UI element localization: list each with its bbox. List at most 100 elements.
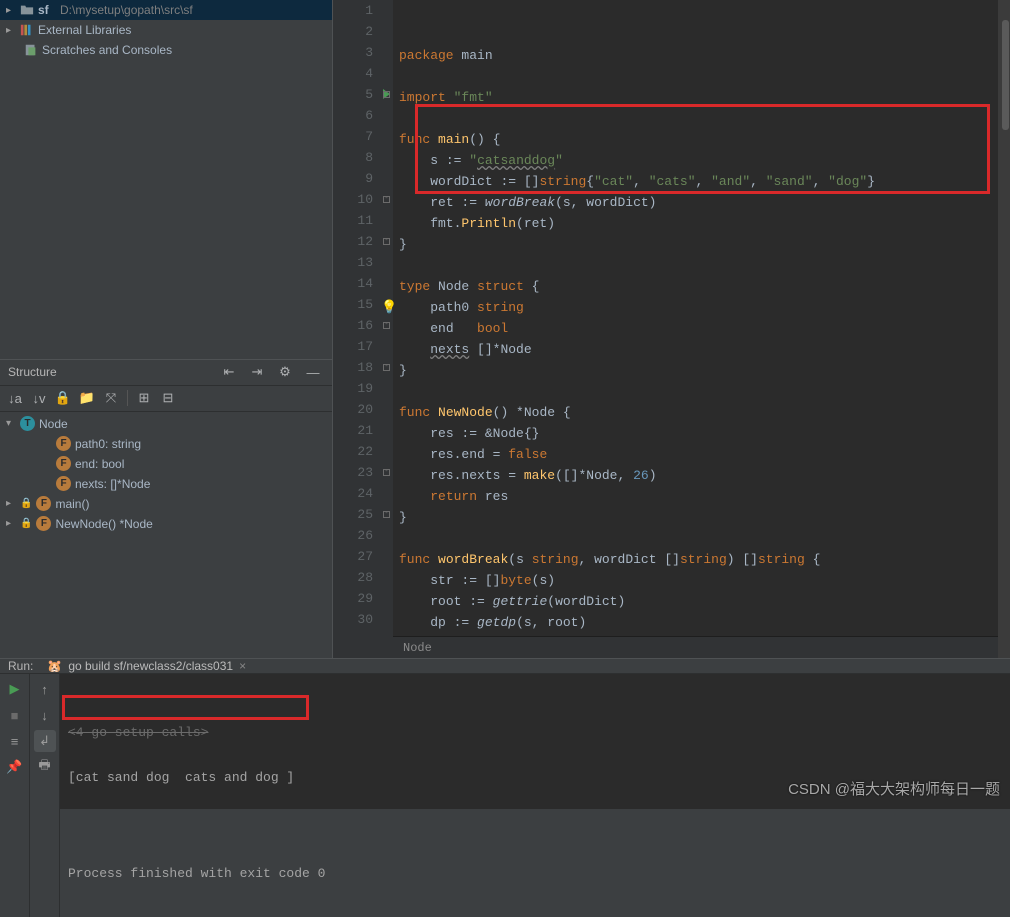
code-line[interactable]: res.end = false — [399, 444, 1010, 465]
code-line[interactable]: func main() { — [399, 129, 1010, 150]
code-line[interactable]: func wordBreak(s string, wordDict []stri… — [399, 549, 1010, 570]
kind-badge-icon: F — [36, 516, 51, 531]
code-line[interactable]: end bool — [399, 318, 1010, 339]
code-line[interactable]: res := &Node{} — [399, 423, 1010, 444]
up-icon[interactable]: ↑ — [34, 678, 56, 700]
project-tree[interactable]: ▸ sf D:\mysetup\gopath\src\sf ▸ External… — [0, 0, 332, 60]
code-line[interactable] — [399, 66, 1010, 87]
code-line[interactable]: } — [399, 360, 1010, 381]
lock-icon: 🔒 — [20, 518, 32, 529]
chevron-icon: ▸ — [6, 498, 16, 509]
down-icon[interactable]: ↓ — [34, 704, 56, 726]
kind-badge-icon: F — [56, 476, 71, 491]
structure-item-label: path0: string — [75, 437, 141, 451]
code-line[interactable]: package main — [399, 45, 1010, 66]
console-line-result: [cat sand dog cats and dog ] — [68, 770, 1002, 785]
editor-gutter: 12345-678910-1112-131415💡16-1718-1920212… — [333, 0, 393, 658]
scroll-thumb[interactable] — [1002, 20, 1009, 130]
kind-badge-icon: T — [20, 416, 35, 431]
chevron-icon: ▾ — [6, 418, 16, 429]
code-line[interactable]: type Node struct { — [399, 276, 1010, 297]
code-line[interactable]: str := []byte(s) — [399, 570, 1010, 591]
project-root-path: D:\mysetup\gopath\src\sf — [60, 3, 193, 17]
code-line[interactable]: s := "catsanddog" — [399, 150, 1010, 171]
structure-item-label: Node — [39, 417, 68, 431]
code-line[interactable]: root := gettrie(wordDict) — [399, 591, 1010, 612]
code-line[interactable]: fmt.Println(ret) — [399, 213, 1010, 234]
structure-item-label: end: bool — [75, 457, 124, 471]
scratches-label: Scratches and Consoles — [42, 43, 172, 57]
structure-tree[interactable]: ▾TNodeFpath0: stringFend: boolFnexts: []… — [0, 412, 332, 659]
code-line[interactable]: nexts []*Node — [399, 339, 1010, 360]
code-line[interactable]: func NewNode() *Node { — [399, 402, 1010, 423]
structure-item-label: main() — [55, 497, 89, 511]
code-line[interactable]: } — [399, 234, 1010, 255]
console-output[interactable]: <4 go setup calls> [cat sand dog cats an… — [60, 674, 1010, 917]
settings-icon[interactable]: ⚙ — [274, 361, 296, 383]
code-line[interactable]: path0 string — [399, 297, 1010, 318]
project-root-row[interactable]: ▸ sf D:\mysetup\gopath\src\sf — [0, 0, 332, 20]
chevron-right-icon: ▸ — [6, 25, 16, 36]
print-icon[interactable]: 🖶 — [34, 756, 56, 778]
structure-header: Structure ⇤ ⇥ ⚙ — — [0, 360, 332, 386]
code-line[interactable] — [399, 528, 1010, 549]
structure-item[interactable]: ▸🔒FNewNode() *Node — [0, 514, 332, 534]
code-line[interactable]: wordDict := []string{"cat", "cats", "and… — [399, 171, 1010, 192]
structure-item[interactable]: Fend: bool — [0, 454, 332, 474]
code-line[interactable] — [399, 108, 1010, 129]
filter-locked-icon[interactable]: 🔒 — [52, 387, 74, 409]
run-console: Run: 🐹 go build sf/newclass2/class031 × … — [0, 658, 1010, 809]
structure-panel: Structure ⇤ ⇥ ⚙ — ↓a ↓v 🔒 📁 ⤧ ⊞ ⊟ ▾ T Node… — [0, 359, 332, 659]
expand-all-icon[interactable]: ⇥ — [246, 361, 268, 383]
libraries-icon — [20, 23, 34, 37]
scratches-row[interactable]: Scratches and Consoles — [0, 40, 332, 60]
run-config-tab[interactable]: 🐹 go build sf/newclass2/class031 × — [41, 659, 252, 673]
expand-icon[interactable]: ⊞ — [133, 387, 155, 409]
structure-title: Structure — [8, 365, 212, 379]
close-tab-icon[interactable]: × — [239, 659, 246, 673]
structure-item[interactable]: Fnexts: []*Node — [0, 474, 332, 494]
folder-icon — [20, 3, 34, 17]
go-icon: 🐹 — [47, 659, 62, 673]
code-line[interactable]: return res — [399, 486, 1010, 507]
run-toolbar-left2: ↑ ↓ ↲ 🖶 — [30, 674, 60, 917]
show-folders-icon[interactable]: 📁 — [76, 387, 98, 409]
structure-toolbar: ↓a ↓v 🔒 📁 ⤧ ⊞ ⊟ — [0, 386, 332, 412]
structure-item[interactable]: ▾ T Node — [0, 414, 332, 434]
kind-badge-icon: F — [56, 456, 71, 471]
editor-scrollbar[interactable] — [998, 0, 1010, 658]
collapse-icon[interactable]: ⊟ — [157, 387, 179, 409]
code-line[interactable]: import "fmt" — [399, 87, 1010, 108]
collapse-all-icon[interactable]: ⇤ — [218, 361, 240, 383]
run-toolbar-left: ▶ ■ ≡ 📌 — [0, 674, 30, 917]
editor-breadcrumb[interactable]: Node — [393, 636, 1010, 658]
rerun-icon[interactable]: ▶ — [4, 678, 26, 700]
layout-icon[interactable]: ≡ — [4, 730, 26, 752]
autoscroll-icon[interactable]: ⤧ — [100, 387, 122, 409]
structure-item[interactable]: Fpath0: string — [0, 434, 332, 454]
run-header: Run: 🐹 go build sf/newclass2/class031 × — [0, 659, 1010, 674]
minimize-icon[interactable]: — — [302, 361, 324, 383]
pin-icon[interactable]: 📌 — [4, 756, 26, 778]
soft-wrap-icon[interactable]: ↲ — [34, 730, 56, 752]
kind-badge-icon: F — [36, 496, 51, 511]
left-sidebar: ▸ sf D:\mysetup\gopath\src\sf ▸ External… — [0, 0, 333, 658]
external-libraries-row[interactable]: ▸ External Libraries — [0, 20, 332, 40]
highlight-annotation — [62, 695, 309, 720]
sort-alpha-icon[interactable]: ↓a — [4, 387, 26, 409]
code-line[interactable]: dp := getdp(s, root) — [399, 612, 1010, 633]
external-libraries-label: External Libraries — [38, 23, 131, 37]
code-editor[interactable]: 12345-678910-1112-131415💡16-1718-1920212… — [333, 0, 1010, 658]
code-line[interactable] — [399, 381, 1010, 402]
structure-item[interactable]: ▸🔒Fmain() — [0, 494, 332, 514]
stop-icon[interactable]: ■ — [4, 704, 26, 726]
run-config-name: go build sf/newclass2/class031 — [68, 659, 233, 673]
structure-item-label: nexts: []*Node — [75, 477, 150, 491]
code-line[interactable]: ret := wordBreak(s, wordDict) — [399, 192, 1010, 213]
code-line[interactable]: } — [399, 507, 1010, 528]
sort-visibility-icon[interactable]: ↓v — [28, 387, 50, 409]
structure-item-label: NewNode() *Node — [55, 517, 152, 531]
editor-code[interactable]: package main import "fmt" func main() { s … — [393, 0, 1010, 658]
code-line[interactable] — [399, 255, 1010, 276]
code-line[interactable]: res.nexts = make([]*Node, 26) — [399, 465, 1010, 486]
